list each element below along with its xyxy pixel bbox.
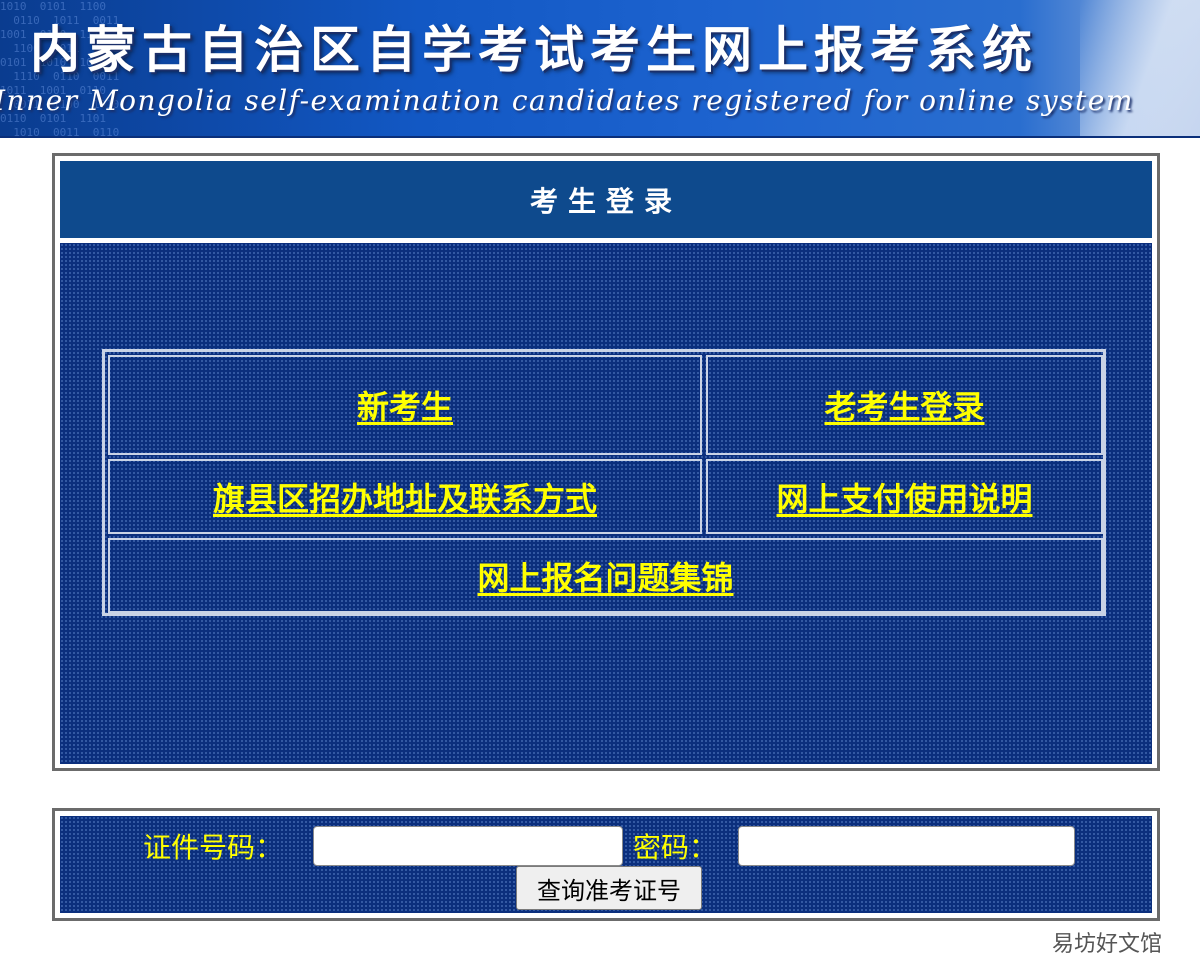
login-panel-title: 考生登录 [529, 184, 682, 218]
system-title: 内蒙古自治区自学考试考生网上报考系统 [30, 20, 1038, 79]
link-cell-returning-login: 老考生登录 [706, 355, 1103, 455]
password-input[interactable] [738, 826, 1075, 866]
payment-guide-link[interactable]: 网上支付使用说明 [776, 474, 1032, 520]
link-table: 新考生 老考生登录 旗县区招办地址及联系方式 网上支付使用说明 网上报名问题集锦 [102, 349, 1106, 616]
query-panel-body: 证件号码： 密码： 查询准考证号 [60, 816, 1152, 913]
id-number-input[interactable] [313, 826, 623, 866]
login-panel-header: 考生登录 [60, 161, 1152, 238]
watermark: 易坊好文馆 [1052, 932, 1163, 957]
link-cell-new-candidate: 新考生 [108, 355, 702, 455]
login-panel: 考生登录 新考生 老考生登录 旗县区招办地址及联系方式 网上支付使用说明 网上报… [52, 153, 1160, 771]
id-number-label: 证件号码： [143, 831, 284, 864]
query-panel: 证件号码： 密码： 查询准考证号 [52, 808, 1160, 921]
link-cell-office-contacts: 旗县区招办地址及联系方式 [108, 459, 702, 534]
office-contacts-link[interactable]: 旗县区招办地址及联系方式 [213, 474, 597, 520]
system-subtitle-english: Inner Mongolia self-examination candidat… [0, 84, 1134, 117]
link-cell-payment-guide: 网上支付使用说明 [706, 459, 1103, 534]
query-admission-number-button[interactable]: 查询准考证号 [516, 866, 702, 910]
header-banner: 1010 0101 1100 0110 1011 0011 1001 0110 … [0, 0, 1200, 138]
new-candidate-link[interactable]: 新考生 [357, 382, 453, 428]
faq-link[interactable]: 网上报名问题集锦 [477, 553, 733, 599]
login-panel-body: 新考生 老考生登录 旗县区招办地址及联系方式 网上支付使用说明 网上报名问题集锦 [60, 243, 1152, 764]
returning-candidate-login-link[interactable]: 老考生登录 [824, 382, 984, 428]
password-label: 密码： [633, 831, 718, 864]
link-cell-faq: 网上报名问题集锦 [108, 538, 1103, 613]
